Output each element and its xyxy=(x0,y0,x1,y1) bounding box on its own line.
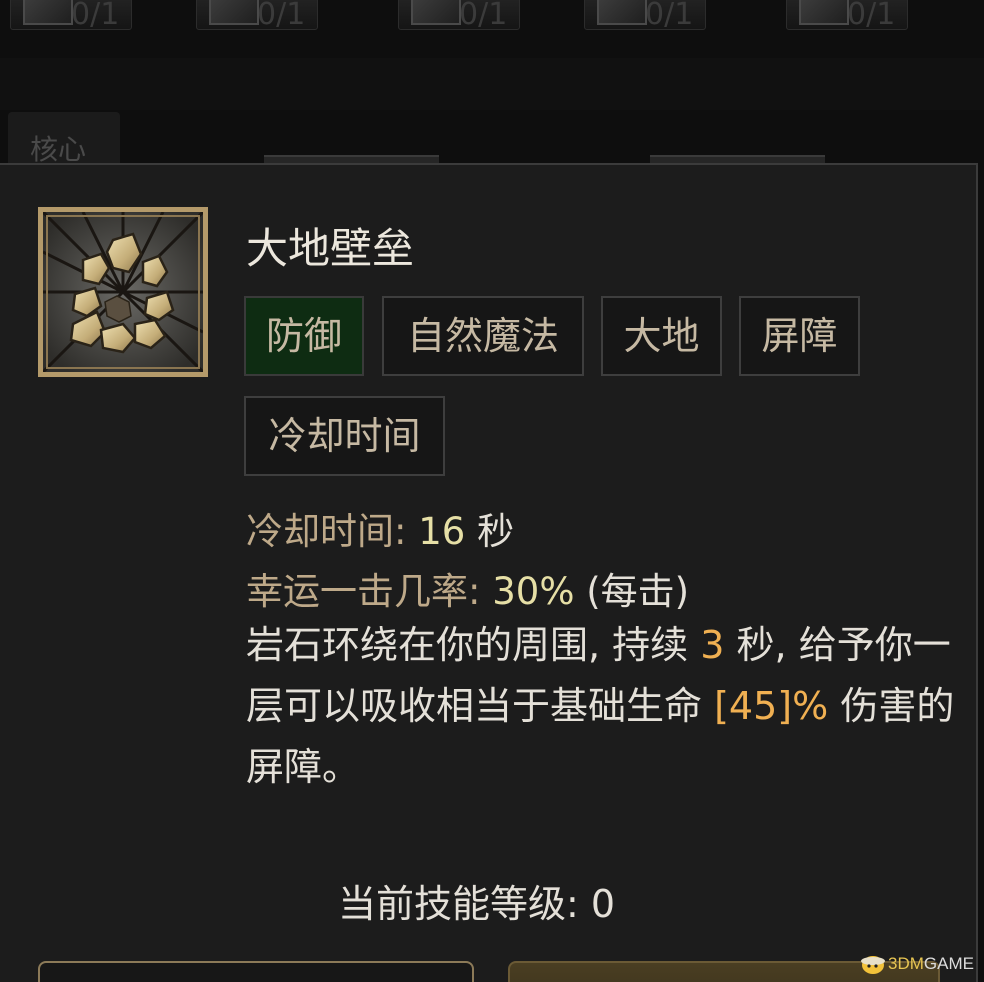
earth-bulwark-icon xyxy=(38,207,208,377)
duration-value: 3 xyxy=(700,623,725,667)
description-text: 岩石环绕在你的周围, 持续 xyxy=(246,623,689,667)
lucky-hit-suffix: (每击) xyxy=(586,570,690,613)
skill-name: 大地壁垒 xyxy=(246,224,415,273)
barrier-percent: [45]% xyxy=(714,684,829,728)
skill-tooltip: 大地壁垒 防御 自然魔法 大地 屏障 冷却时间 冷却时间: 16 秒 幸运一击几… xyxy=(0,163,978,982)
tag-cooldown: 冷却时间 xyxy=(244,396,445,476)
lucky-hit-stat: 幸运一击几率: 30% (每击) xyxy=(246,561,689,615)
skill-slot[interactable]: 0/1 xyxy=(196,0,318,32)
lucky-hit-label: 幸运一击几率: xyxy=(246,570,481,613)
skill-art-icon xyxy=(799,0,849,25)
refund-button[interactable] xyxy=(38,961,474,982)
tag-defense: 防御 xyxy=(244,296,364,376)
skill-slot[interactable]: 0/1 xyxy=(10,0,132,32)
skill-art-icon xyxy=(597,0,647,25)
skill-description: 岩石环绕在你的周围, 持续 3 秒, 给予你一层可以吸收相当于基础生命 [45]… xyxy=(246,615,956,798)
watermark: 3DM GAME xyxy=(860,950,974,978)
game-screen: 0/1 0/1 0/1 0/1 0/1 核心 大地壁垒 防御 自然魔法 大地 屏… xyxy=(0,0,984,982)
skill-art-icon xyxy=(209,0,259,25)
watermark-3dm: 3DM xyxy=(888,954,924,973)
slot-count: 0/1 xyxy=(459,0,508,32)
background-band xyxy=(0,58,984,110)
skill-slot[interactable]: 0/1 xyxy=(398,0,520,32)
skill-art-icon xyxy=(411,0,461,25)
cooldown-value: 16 xyxy=(418,510,466,553)
slot-count: 0/1 xyxy=(645,0,694,32)
cooldown-label: 冷却时间: xyxy=(246,510,407,553)
slot-count: 0/1 xyxy=(847,0,896,32)
lucky-hit-value: 30% xyxy=(492,570,575,613)
tag-earth: 大地 xyxy=(601,296,722,376)
level-value: 0 xyxy=(590,882,616,926)
level-label: 当前技能等级: xyxy=(338,882,579,926)
slot-count: 0/1 xyxy=(257,0,306,32)
watermark-logo-icon xyxy=(861,956,885,974)
skill-slot[interactable]: 0/1 xyxy=(584,0,706,32)
skill-art-icon xyxy=(23,0,73,25)
skill-slot[interactable]: 0/1 xyxy=(786,0,908,32)
skill-level: 当前技能等级: 0 xyxy=(338,873,615,928)
watermark-game: GAME xyxy=(923,954,974,973)
cooldown-unit: 秒 xyxy=(477,510,515,553)
cooldown-stat: 冷却时间: 16 秒 xyxy=(246,501,514,555)
tag-barrier: 屏障 xyxy=(739,296,860,376)
section-label-core: 核心 xyxy=(8,112,120,168)
tag-nature-magic: 自然魔法 xyxy=(382,296,584,376)
slot-count: 0/1 xyxy=(71,0,120,32)
